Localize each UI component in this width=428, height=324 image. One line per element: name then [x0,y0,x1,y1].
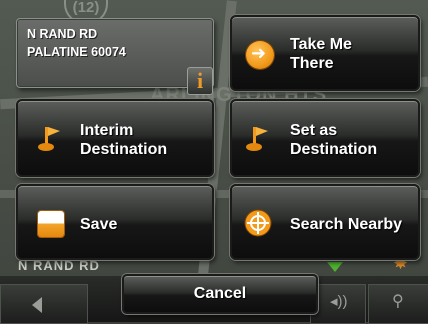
address-city-zip: PALATINE 60074 [27,45,126,59]
current-road-label: N RAND RD [18,258,100,273]
interim-destination-button[interactable]: Interim Destination [16,99,214,177]
cancel-button[interactable]: Cancel [122,274,318,314]
take-me-there-button[interactable]: Take Me There [230,15,420,91]
address-street: N RAND RD [27,27,98,41]
set-as-destination-label-2: Destination [290,141,378,158]
address-panel: N RAND RD PALATINE 60074 i [16,18,214,95]
take-me-there-label-2: There [290,55,334,72]
target-icon [244,209,272,237]
search-nearby-button[interactable]: Search Nearby [230,184,420,260]
magnifier-icon: ⚲ [392,293,404,310]
save-button[interactable]: Save [16,184,214,260]
set-as-destination-button[interactable]: Set as Destination [230,99,420,177]
interim-destination-label-2: Destination [80,141,168,158]
speaker-icon: ◂)) [330,293,348,310]
arrow-right-circle-icon [246,41,274,69]
search-nearby-label: Search Nearby [290,216,403,233]
back-arrow-icon [32,297,42,313]
interim-destination-label-1: Interim [80,122,134,139]
info-button[interactable]: i [187,67,213,95]
heading-arrow-icon [327,262,343,272]
flag-icon [38,127,60,151]
flag-icon [246,127,268,151]
save-label: Save [80,216,118,233]
save-icon [38,211,64,237]
set-as-destination-label-1: Set as [290,122,338,139]
info-icon: i [196,68,204,93]
back-button[interactable] [0,284,88,324]
take-me-there-label-1: Take Me [290,36,352,53]
